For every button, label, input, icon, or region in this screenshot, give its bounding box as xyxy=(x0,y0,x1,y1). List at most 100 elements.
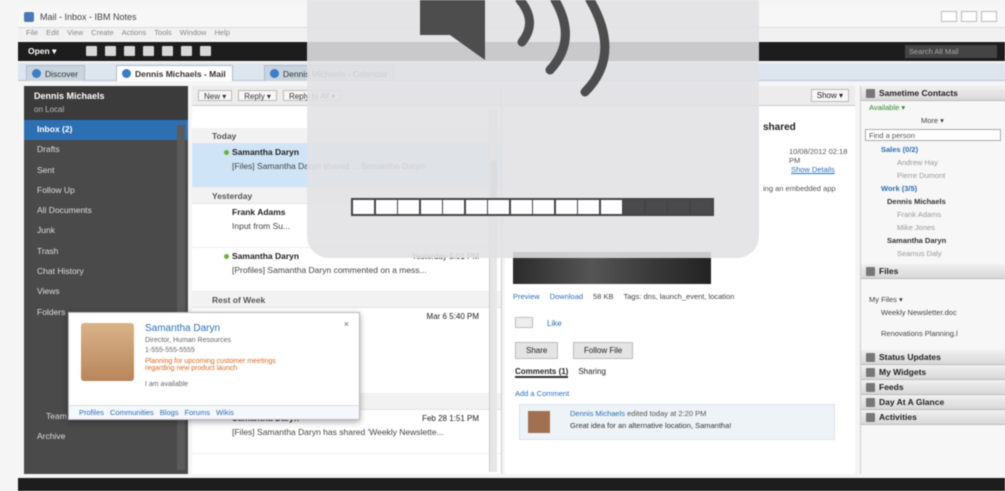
todo-icon[interactable] xyxy=(143,46,154,56)
search-all-input[interactable]: Search All Mail xyxy=(905,45,997,58)
find-person-input[interactable]: Find a person xyxy=(865,129,1001,141)
calendar-icon[interactable] xyxy=(105,46,116,56)
file-size: 58 KB xyxy=(593,292,614,301)
volume-segment xyxy=(668,200,689,214)
volume-segment xyxy=(398,200,419,214)
nav-item-sent[interactable]: Sent xyxy=(24,161,188,181)
comment-tabs: Comments (1) Sharing xyxy=(515,367,606,378)
group-sales[interactable]: Sales (0/2) xyxy=(861,143,1005,156)
nav-item-archive[interactable]: Archive xyxy=(24,427,188,447)
comment-author[interactable]: Dennis Michaels xyxy=(570,409,625,418)
sametime-header[interactable]: Sametime Contacts xyxy=(861,86,1005,101)
settings-icon[interactable] xyxy=(200,46,211,56)
activities-header[interactable]: Activities xyxy=(861,410,1005,425)
menu-tools[interactable]: Tools xyxy=(154,28,172,40)
menu-view[interactable]: View xyxy=(67,28,83,40)
volume-segment xyxy=(690,200,712,214)
follow-file-button[interactable]: Follow File xyxy=(573,342,634,359)
more-menu[interactable]: More ▾ xyxy=(861,114,1005,127)
mail-tab-icon xyxy=(122,69,131,78)
availability-status[interactable]: Available ▾ xyxy=(861,101,1005,114)
tab-discover[interactable]: Discover xyxy=(26,65,86,81)
download-link[interactable]: Download xyxy=(550,292,583,301)
like-icon[interactable] xyxy=(515,317,533,328)
comment-meta: edited today at 2:20 PM xyxy=(627,409,707,418)
bizcard-name[interactable]: Samantha Daryn xyxy=(145,323,220,334)
tab-mail[interactable]: Dennis Michaels - Mail xyxy=(116,65,233,81)
nav-item-follow-up[interactable]: Follow Up xyxy=(24,181,188,201)
like-link[interactable]: Like xyxy=(547,319,562,328)
contacts-icon[interactable] xyxy=(124,46,135,56)
volume-osd xyxy=(307,0,759,258)
my-files-menu[interactable]: My Files ▾ xyxy=(861,293,1005,306)
tab-comments[interactable]: Comments (1) xyxy=(515,367,569,378)
nav-item-all-documents[interactable]: All Documents xyxy=(24,201,188,221)
contact-item[interactable]: Dennis Michaels xyxy=(861,195,1005,208)
new-button[interactable]: New ▾ xyxy=(198,90,233,101)
contact-item[interactable]: Frank Adams xyxy=(861,208,1005,221)
nav-item-trash[interactable]: Trash xyxy=(24,242,188,262)
mail-icon[interactable] xyxy=(86,46,97,56)
preview-link[interactable]: Preview xyxy=(513,292,540,301)
share-button[interactable]: Share xyxy=(515,342,559,359)
status-updates-header[interactable]: Status Updates xyxy=(861,350,1005,365)
files-header[interactable]: Files xyxy=(861,264,1005,279)
nav-location: on Local xyxy=(34,105,65,114)
maximize-button[interactable] xyxy=(961,11,977,22)
reply-button[interactable]: Reply ▾ xyxy=(238,90,277,101)
contact-item[interactable]: Andrew Hay xyxy=(861,156,1005,169)
window-title: Mail - Inbox - IBM Notes xyxy=(40,12,137,22)
menu-actions[interactable]: Actions xyxy=(122,28,147,40)
bizcard-link-profiles[interactable]: Profiles xyxy=(79,408,104,417)
nav-user-name: Dennis Michaels xyxy=(34,91,105,101)
show-details-link[interactable]: Show Details xyxy=(791,165,835,174)
menu-edit[interactable]: Edit xyxy=(46,28,59,40)
add-comment-link[interactable]: Add a Comment xyxy=(515,389,569,398)
show-button[interactable]: Show ▾ xyxy=(810,89,849,102)
bizcard-link-blogs[interactable]: Blogs xyxy=(160,408,179,417)
group-rest-of-week[interactable]: Rest of Week xyxy=(192,292,501,308)
menu-help[interactable]: Help xyxy=(214,28,229,40)
menu-file[interactable]: File xyxy=(26,28,38,40)
volume-segment xyxy=(420,200,442,214)
notes-window: Mail - Inbox - IBM Notes File Edit View … xyxy=(0,0,1005,491)
speaker-icon xyxy=(420,0,610,97)
my-widgets-header[interactable]: My Widgets xyxy=(861,365,1005,380)
close-icon[interactable]: × xyxy=(344,319,349,329)
menu-window[interactable]: Window xyxy=(180,28,207,40)
nav-user: Dennis Michaels on Local xyxy=(24,86,188,120)
open-button[interactable]: Open ▾ xyxy=(28,46,56,57)
nav-item-views[interactable]: Views xyxy=(24,282,188,302)
close-button[interactable] xyxy=(981,11,997,22)
bizcard-link-wikis[interactable]: Wikis xyxy=(216,408,234,417)
nav-item-junk[interactable]: Junk xyxy=(24,221,188,241)
bizcard-title: Director, Human Resources xyxy=(145,337,231,344)
tab-sharing[interactable]: Sharing xyxy=(578,367,606,378)
bizcard-link-communities[interactable]: Communities xyxy=(110,408,154,417)
discover-icon xyxy=(32,69,41,78)
contact-item[interactable]: Seamus Daly xyxy=(861,247,1005,260)
minimize-button[interactable] xyxy=(941,11,957,22)
workspace-icon[interactable] xyxy=(162,46,173,56)
avatar xyxy=(81,323,134,381)
day-at-a-glance-header[interactable]: Day At A Glance xyxy=(861,395,1005,410)
volume-level-bar xyxy=(351,198,714,216)
app-logo-icon xyxy=(24,12,34,22)
unread-dot-icon xyxy=(224,150,229,155)
nav-item-inbox[interactable]: Inbox (2) xyxy=(24,120,188,141)
contact-item[interactable]: Pierre Dumont xyxy=(861,169,1005,182)
nav-item-chat-history[interactable]: Chat History xyxy=(24,262,188,282)
volume-segment xyxy=(510,200,532,214)
group-work[interactable]: Work (3/5) xyxy=(861,182,1005,195)
contact-item[interactable]: Samantha Daryn xyxy=(861,234,1005,247)
bizcard-link-forums[interactable]: Forums xyxy=(185,408,210,417)
nav-item-drafts[interactable]: Drafts xyxy=(24,140,188,160)
feeds-header[interactable]: Feeds xyxy=(861,380,1005,395)
menu-create[interactable]: Create xyxy=(91,28,114,40)
calendar-tab-icon xyxy=(270,69,279,78)
contact-item[interactable]: Mike Jones xyxy=(861,221,1005,234)
sametime-icon[interactable] xyxy=(181,46,192,56)
file-item[interactable]: Renovations Planning.l xyxy=(861,327,1005,340)
file-item[interactable]: Weekly Newsletter.doc xyxy=(861,306,1005,319)
volume-segment xyxy=(375,200,397,214)
